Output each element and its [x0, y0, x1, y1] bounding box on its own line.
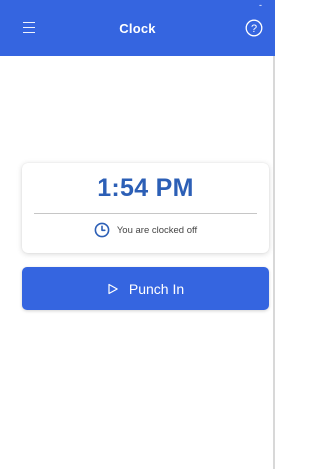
play-outline-icon: [108, 283, 118, 294]
app-screen: - Clock ? 1:54 PM You are clocked off Pu…: [0, 0, 275, 469]
clock-icon: [94, 222, 110, 238]
clock-status-row: You are clocked off: [22, 222, 269, 238]
card-divider: [34, 213, 257, 214]
help-button[interactable]: ?: [245, 19, 263, 37]
current-time: 1:54 PM: [97, 174, 194, 202]
punch-in-label: Punch In: [128, 280, 185, 297]
help-circle-icon: ?: [245, 19, 263, 37]
app-header: - Clock ?: [0, 0, 275, 56]
help-glyph: ?: [251, 23, 257, 35]
clock-card: 1:54 PM You are clocked off: [22, 163, 269, 253]
clock-status-text: You are clocked off: [116, 224, 198, 236]
status-indicator: -: [259, 0, 262, 10]
screen-edge-divider: [273, 56, 275, 469]
page-title: Clock: [119, 21, 156, 36]
punch-in-button[interactable]: Punch In: [22, 267, 269, 310]
